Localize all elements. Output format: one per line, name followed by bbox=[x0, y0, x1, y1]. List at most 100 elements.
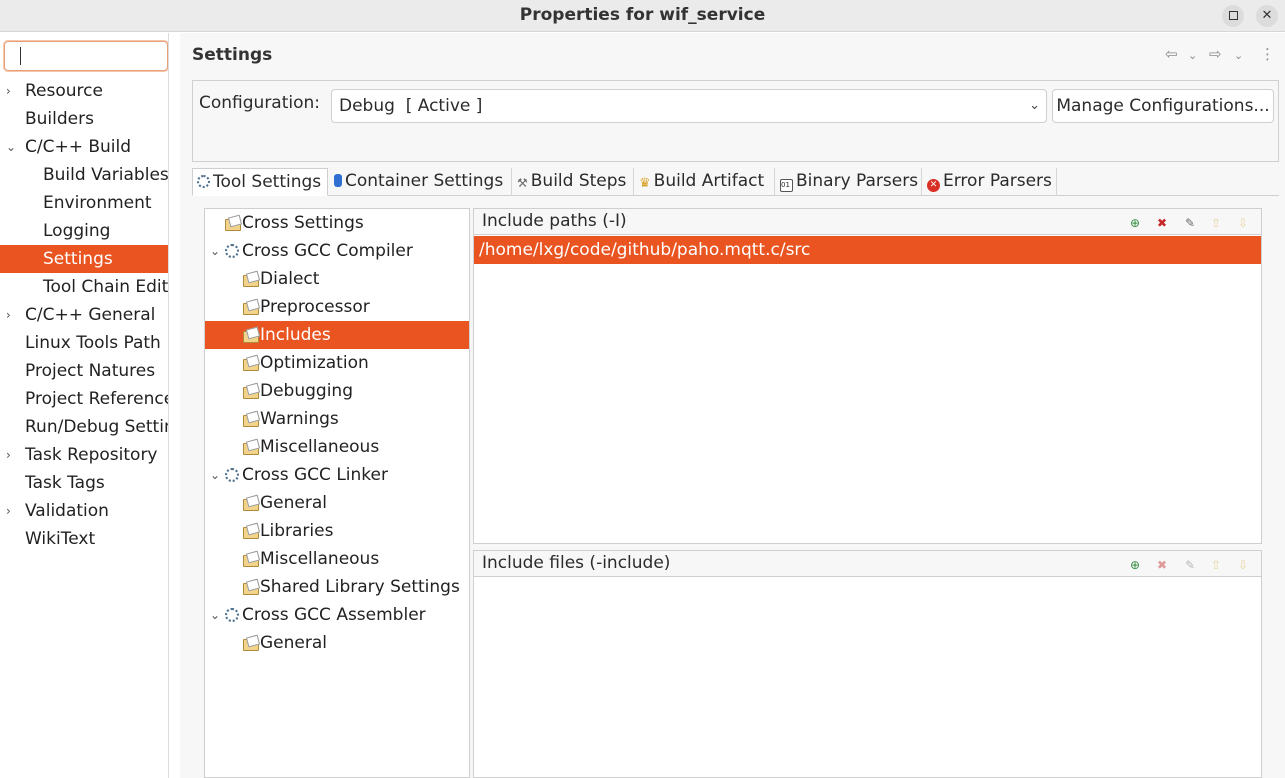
tab-label: Tool Settings bbox=[213, 172, 322, 192]
back-icon[interactable]: ⇦ bbox=[1165, 45, 1178, 63]
tree-item[interactable]: Miscellaneous bbox=[205, 433, 469, 461]
tree-item[interactable]: General bbox=[205, 629, 469, 657]
tree-item-label: Cross Settings bbox=[242, 213, 364, 233]
include-path-row[interactable]: /home/lxg/code/github/paho.mqtt.c/src bbox=[474, 236, 1261, 264]
option-category-icon bbox=[243, 496, 259, 511]
tree-item-label: Shared Library Settings bbox=[260, 577, 460, 597]
option-category-icon bbox=[225, 216, 241, 231]
tab-label: Build Artifact bbox=[653, 171, 765, 191]
tree-item[interactable]: Cross Settings bbox=[205, 209, 469, 237]
edit-icon[interactable]: ✎ bbox=[1182, 557, 1198, 573]
move-up-icon[interactable]: ⇧ bbox=[1208, 215, 1224, 231]
tree-item-label: Warnings bbox=[260, 409, 339, 429]
chevron-right-icon[interactable]: › bbox=[6, 77, 20, 105]
tree-item-label: Preprocessor bbox=[260, 297, 370, 317]
sidebar-item[interactable]: Project Reference bbox=[0, 385, 168, 413]
forward-icon[interactable]: ⇨ bbox=[1209, 45, 1222, 63]
sidebar-item[interactable]: Linux Tools Path bbox=[0, 329, 168, 357]
sidebar-item[interactable]: Logging bbox=[0, 217, 168, 245]
option-category-icon bbox=[243, 328, 259, 343]
chevron-right-icon[interactable]: › bbox=[6, 301, 20, 329]
more-menu-icon[interactable]: ⋮ bbox=[1260, 45, 1275, 63]
option-category-icon bbox=[243, 552, 259, 567]
option-category-icon bbox=[243, 272, 259, 287]
tree-item[interactable]: Libraries bbox=[205, 517, 469, 545]
sidebar-item[interactable]: Environment bbox=[0, 189, 168, 217]
sidebar-item[interactable]: WikiText bbox=[0, 525, 168, 553]
sidebar-item[interactable]: › Resource bbox=[0, 77, 168, 105]
chevron-right-icon[interactable]: › bbox=[6, 497, 20, 525]
settings-page: Settings ⇦ ⌄ ⇨ ⌄ ⋮ Configuration: Debug … bbox=[180, 33, 1285, 778]
tree-item[interactable]: Warnings bbox=[205, 405, 469, 433]
tab-container-settings[interactable]: Container Settings bbox=[330, 168, 512, 196]
tree-item[interactable]: Miscellaneous bbox=[205, 545, 469, 573]
tree-item[interactable]: Debugging bbox=[205, 377, 469, 405]
tab-error-parsers[interactable]: ✕ Error Parsers bbox=[923, 168, 1057, 196]
include-paths-header: Include paths (-I) ⊕ ✖ ✎ ⇧ ⇩ bbox=[474, 209, 1261, 235]
sidebar-item-label: C/C++ Build bbox=[25, 137, 132, 157]
sidebar-item[interactable]: Builders bbox=[0, 105, 168, 133]
tree-item-content: Includes bbox=[243, 321, 331, 349]
trophy-icon: ♛ bbox=[639, 176, 651, 191]
move-up-icon[interactable]: ⇧ bbox=[1208, 557, 1224, 573]
filter-field[interactable] bbox=[4, 41, 168, 71]
tree-item-content: Optimization bbox=[243, 349, 369, 377]
chevron-down-icon[interactable]: ⌄ bbox=[6, 133, 20, 161]
sidebar-item[interactable]: Settings bbox=[0, 245, 168, 273]
sidebar-item[interactable]: Run/Debug Settin bbox=[0, 413, 168, 441]
back-menu-icon[interactable]: ⌄ bbox=[1188, 49, 1197, 62]
sidebar-item[interactable]: Project Natures bbox=[0, 357, 168, 385]
close-button[interactable]: ✕ bbox=[1256, 5, 1278, 27]
sidebar-item[interactable]: ⌄ C/C++ Build bbox=[0, 133, 168, 161]
add-icon[interactable]: ⊕ bbox=[1127, 557, 1143, 573]
edit-icon[interactable]: ✎ bbox=[1182, 215, 1198, 231]
option-category-icon bbox=[243, 440, 259, 455]
tree-item[interactable]: ⌄ Cross GCC Assembler bbox=[205, 601, 469, 629]
maximize-button[interactable] bbox=[1222, 5, 1244, 27]
tree-item-label: Includes bbox=[260, 325, 331, 345]
tool-icon bbox=[225, 608, 239, 622]
sidebar-item[interactable]: › Task Repository bbox=[0, 441, 168, 469]
option-category-icon bbox=[243, 384, 259, 399]
move-down-icon[interactable]: ⇩ bbox=[1235, 557, 1251, 573]
sidebar-item[interactable]: › C/C++ General bbox=[0, 301, 168, 329]
manage-configurations-button[interactable]: Manage Configurations... bbox=[1052, 89, 1274, 123]
add-icon[interactable]: ⊕ bbox=[1127, 215, 1143, 231]
configuration-select[interactable]: Debug [ Active ] ⌄ bbox=[331, 89, 1047, 123]
tree-item-label: Optimization bbox=[260, 353, 369, 373]
chevron-down-icon[interactable]: ⌄ bbox=[210, 461, 220, 489]
tab-build-artifact[interactable]: ♛ Build Artifact bbox=[635, 168, 775, 196]
tree-item-content: Shared Library Settings bbox=[243, 573, 460, 601]
sidebar-item[interactable]: Build Variables bbox=[0, 161, 168, 189]
tree-item[interactable]: ⌄ Cross GCC Linker bbox=[205, 461, 469, 489]
move-down-icon[interactable]: ⇩ bbox=[1235, 215, 1251, 231]
filter-input[interactable] bbox=[5, 42, 167, 70]
chevron-down-icon[interactable]: ⌄ bbox=[210, 237, 220, 265]
tool-icon bbox=[225, 244, 239, 258]
forward-menu-icon[interactable]: ⌄ bbox=[1234, 49, 1243, 62]
tree-item[interactable]: ⌄ Cross GCC Compiler bbox=[205, 237, 469, 265]
tree-item[interactable]: Shared Library Settings bbox=[205, 573, 469, 601]
tree-item[interactable]: Dialect bbox=[205, 265, 469, 293]
sidebar-item[interactable]: › Validation bbox=[0, 497, 168, 525]
delete-icon[interactable]: ✖ bbox=[1154, 215, 1170, 231]
chevron-down-icon[interactable]: ⌄ bbox=[210, 601, 220, 629]
tree-item-content: General bbox=[243, 489, 327, 517]
tool-icon bbox=[225, 468, 239, 482]
sidebar-item[interactable]: Task Tags bbox=[0, 469, 168, 497]
sidebar-item[interactable]: Tool Chain Edito bbox=[0, 273, 168, 301]
close-icon: ✕ bbox=[1261, 8, 1273, 23]
tab-tool-settings[interactable]: Tool Settings bbox=[192, 168, 328, 196]
delete-icon[interactable]: ✖ bbox=[1154, 557, 1170, 573]
option-category-icon bbox=[243, 636, 259, 651]
tab-build-steps[interactable]: ⚒ Build Steps bbox=[513, 168, 634, 196]
tree-item[interactable]: Optimization bbox=[205, 349, 469, 377]
chevron-right-icon[interactable]: › bbox=[6, 441, 20, 469]
sidebar-item-label: Builders bbox=[25, 109, 94, 129]
tree-item[interactable]: General bbox=[205, 489, 469, 517]
tree-item[interactable]: Includes bbox=[205, 321, 469, 349]
tree-item[interactable]: Preprocessor bbox=[205, 293, 469, 321]
sidebar-item-label: Task Tags bbox=[25, 473, 105, 493]
error-icon: ✕ bbox=[927, 179, 940, 192]
tab-binary-parsers[interactable]: 01 Binary Parsers bbox=[776, 168, 922, 196]
